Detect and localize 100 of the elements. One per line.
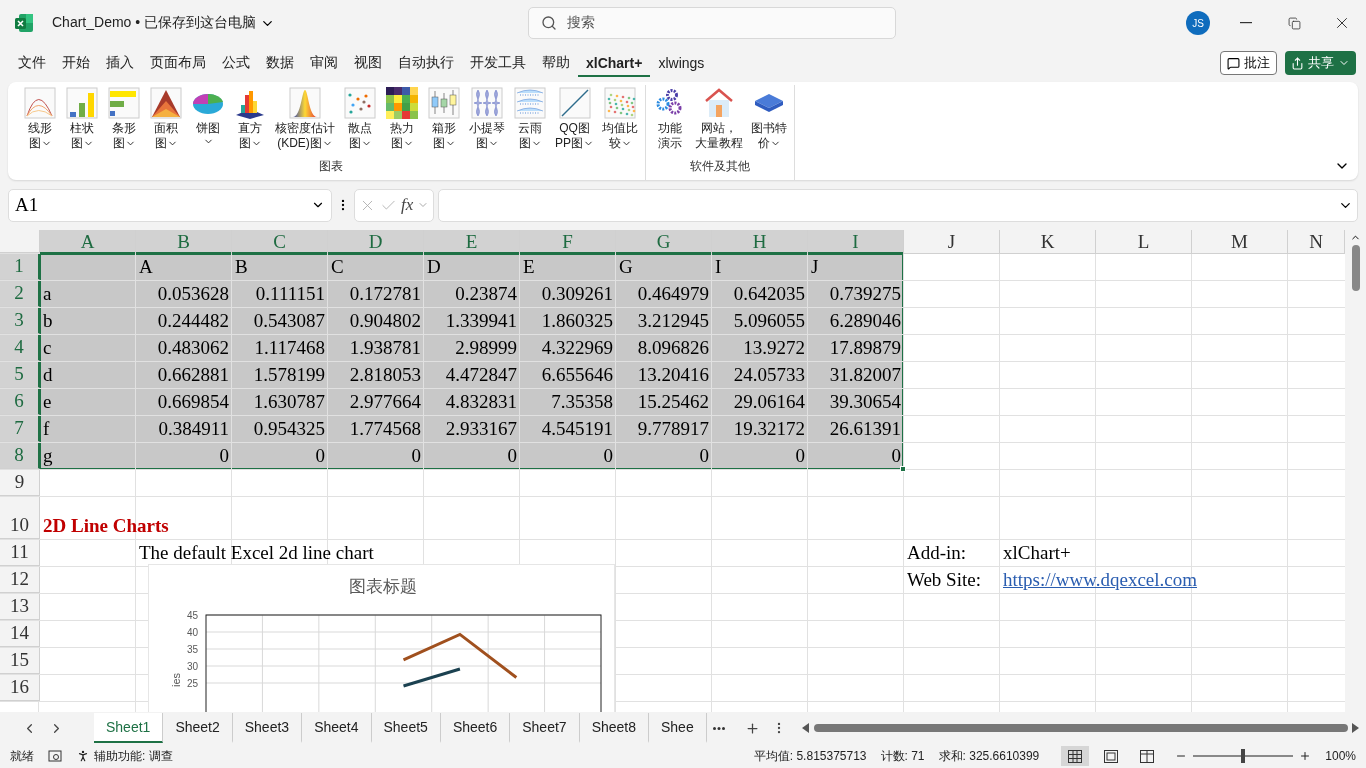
ribbon-tab[interactable]: 开发工具 [462,48,534,78]
column-header[interactable]: B [136,230,232,254]
column-header[interactable]: C [232,230,328,254]
ribbon-button[interactable]: 功能 演示 [650,85,690,158]
ribbon-button[interactable]: 散点 图 [340,85,380,158]
sheet-tab[interactable]: Sheet6 [440,713,511,743]
sheet-tab[interactable]: Sheet3 [232,713,303,743]
row-header[interactable]: 5 [0,362,40,388]
accessibility-status[interactable]: 辅助功能: 调查 [94,747,173,765]
fill-handle[interactable] [900,466,906,472]
name-box[interactable]: A1 [8,188,332,222]
sheet-tab[interactable]: Sheet4 [302,713,372,743]
table-cell-text: 0.543087 [252,309,326,333]
row-header[interactable]: 7 [0,416,40,442]
row-header[interactable]: 10 [0,497,40,539]
column-header[interactable]: I [808,230,904,254]
ribbon-button[interactable]: QQ图 PP图 [552,85,597,158]
ribbon-button[interactable]: 直方 图 [230,85,270,158]
zoom-percentage[interactable]: 100% [1325,749,1356,763]
column-header[interactable]: L [1096,230,1192,254]
ribbon-tab[interactable]: 页面布局 [142,48,214,78]
table-cell-text: 0.23874 [454,282,518,306]
row-header[interactable]: 15 [0,648,40,674]
column-header[interactable]: J [904,230,1000,254]
sheet-tab[interactable]: Sheet1 [94,713,164,743]
link[interactable]: https://www.dqexcel.com [1000,567,1288,593]
column-header[interactable]: K [1000,230,1096,254]
ribbon-button[interactable]: 网站， 大量教程 [692,85,746,158]
row-header[interactable]: 2 [0,281,40,307]
ribbon-button[interactable]: 面积 图 [146,85,186,158]
row-header[interactable]: 13 [0,594,40,620]
ribbon-tab[interactable]: 数据 [258,48,302,78]
table-cell-text: g [42,444,54,468]
ribbon-button[interactable]: 饼图 [188,85,228,158]
ribbon-button[interactable]: 线形 图 [20,85,60,158]
row-header[interactable]: 14 [0,621,40,647]
ribbon-tab[interactable]: 开始 [54,48,98,78]
column-header[interactable]: D [328,230,424,254]
table-cell-text: I [714,255,723,279]
macro-record-icon[interactable] [48,750,62,762]
column-header[interactable]: H [712,230,808,254]
insert-function-button[interactable]: fx [401,195,414,215]
sheet-tab[interactable]: Shee [649,713,707,743]
scroll-right-icon[interactable] [1352,723,1360,733]
sheet-tab[interactable]: Sheet5 [371,713,441,743]
ribbon-button[interactable]: 小提琴 图 [466,85,508,158]
table-cell-text: 0 [410,444,422,468]
scrollbar-thumb[interactable] [813,724,1348,732]
axis-tick-label: 30 [186,661,198,672]
ribbon-tab[interactable]: xlwings [650,49,713,77]
ribbon-tab[interactable]: 视图 [346,48,390,78]
column-header[interactable]: A [40,230,136,254]
chart-area[interactable]: 图表标题 25 30 35 40 45 ies [148,564,615,712]
column-header[interactable]: M [1192,230,1288,254]
accessibility-icon[interactable] [76,749,90,763]
ribbon-button[interactable]: 图书特 价 [748,85,790,158]
ribbon-button[interactable]: 核密度估计 (KDE)图 [272,85,338,158]
ribbon-button[interactable]: 箱形 图 [424,85,464,158]
zoom-slider-thumb[interactable] [1241,749,1246,763]
row-header[interactable]: 1 [0,254,40,280]
column-header[interactable]: N [1288,230,1345,254]
ribbon-button[interactable]: 云雨 图 [510,85,550,158]
zoom-in-icon[interactable] [1299,750,1312,762]
ribbon-tab[interactable]: xlChart+ [578,49,651,77]
formula-input[interactable] [438,188,1358,222]
row-header[interactable]: 6 [0,389,40,415]
ribbon-button[interactable]: 柱状 图 [62,85,102,158]
row-header[interactable]: 11 [0,540,40,566]
ribbon-button[interactable]: 均值比 较 [599,85,641,158]
sheet-tab[interactable]: Sheet2 [163,713,233,743]
share-button[interactable]: 共享 [1285,51,1356,75]
ribbon-tab[interactable]: 插入 [98,48,142,78]
ribbon-button[interactable]: 条形 图 [104,85,144,158]
ribbon-tab[interactable]: 审阅 [302,48,346,78]
row-header[interactable]: 9 [0,470,40,496]
ribbon-button[interactable]: 热力 图 [382,85,422,158]
ribbon-tab[interactable]: 帮助 [534,48,578,78]
row-header[interactable]: 4 [0,335,40,361]
axis-title: ies [170,672,182,687]
ribbon-tab[interactable]: 文件 [10,48,54,78]
column-header[interactable]: E [424,230,520,254]
ribbon-tab[interactable]: 公式 [214,48,258,78]
ribbon-tab[interactable]: 自动执行 [390,48,462,78]
sheet-tab[interactable]: Sheet7 [510,713,580,743]
table-cell-text: 1.938781 [348,336,422,360]
view-button[interactable] [1061,746,1090,766]
bar-chart-icon [66,87,98,119]
scroll-left-icon[interactable] [801,723,810,733]
user-avatar[interactable]: JS [1186,11,1210,35]
column-header[interactable]: F [520,230,616,254]
search-field[interactable]: 搜索 [528,7,897,39]
scrollbar-thumb[interactable] [1351,245,1360,291]
column-header[interactable]: G [616,230,712,254]
comments-button[interactable]: 批注 [1220,51,1277,75]
row-header[interactable]: 8 [0,443,40,469]
row-header[interactable]: 16 [0,675,40,701]
row-header[interactable]: 3 [0,308,40,334]
table-cell-text: 1.578199 [252,363,326,387]
row-header[interactable]: 12 [0,567,40,593]
sheet-tab[interactable]: Sheet8 [579,713,649,743]
